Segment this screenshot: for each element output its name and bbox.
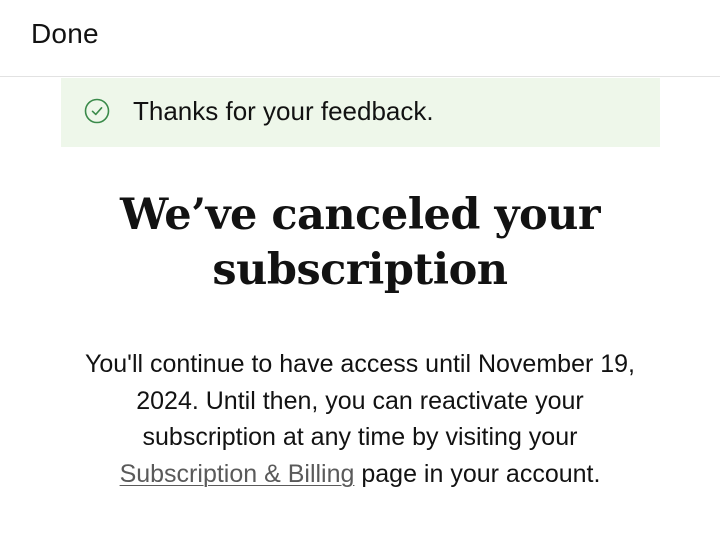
body-line-1: You'll continue to have access until Nov… <box>84 350 635 378</box>
check-circle-icon <box>84 98 110 124</box>
top-bar: Done <box>0 0 720 77</box>
page-title: We’ve canceled your subscription <box>60 188 660 298</box>
done-button[interactable]: Done <box>31 18 99 50</box>
body-line-3: subscription at any time by visiting you… <box>142 423 578 451</box>
subscription-billing-link[interactable]: Subscription & Billing <box>120 460 355 488</box>
banner-message: Thanks for your feedback. <box>133 96 434 126</box>
body-line-2: 2024. Until then, you can reactivate you… <box>136 386 584 415</box>
body-line-4-suffix: page in your account. <box>354 459 601 488</box>
feedback-confirmation-banner: Thanks for your feedback. <box>61 78 660 147</box>
headline-line-2: subscription <box>212 245 508 295</box>
headline-line-1: We’ve canceled your <box>119 190 601 240</box>
access-info-text: You'll continue to have access until Nov… <box>40 346 680 492</box>
